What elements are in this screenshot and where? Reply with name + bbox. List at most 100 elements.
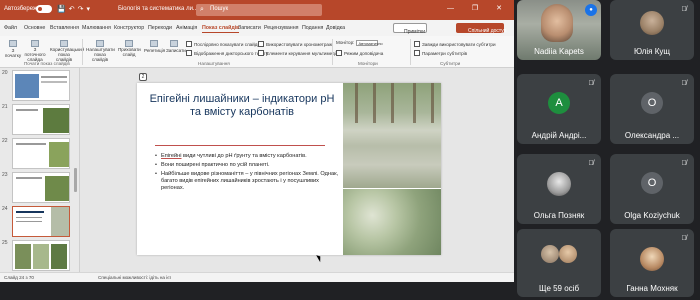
thumb-number: 24: [2, 206, 8, 212]
tab-record[interactable]: Записати: [238, 25, 261, 31]
record-icon: [170, 40, 178, 47]
slide-bullets: Епігейні види чутливі до рН ґрунту та вм…: [155, 153, 343, 194]
mic-off-icon: 🎙̸: [681, 80, 687, 87]
more-participants-tile[interactable]: Ще 59 осіб: [517, 229, 601, 297]
tab-home[interactable]: Основне: [24, 25, 45, 31]
mic-off-icon: 🎙̸: [681, 6, 687, 13]
slide-thumbnail[interactable]: [12, 240, 70, 271]
avatar: [640, 11, 664, 35]
current-slide[interactable]: Епігейні лишайники – індикатори pH та вм…: [137, 83, 441, 255]
setup-icon: [96, 40, 104, 47]
ribbon-tabs: Файл Основне Вставлення Малювання Констр…: [0, 20, 514, 36]
checkbox-speaker-notes[interactable]: Відображення дикторського тексту: [186, 50, 268, 56]
participant-tile[interactable]: 🎙̸ О Олександра ...: [610, 74, 694, 144]
hide-slide-label: Приховати слайд: [118, 47, 141, 57]
from-beginning-button[interactable]: З початку: [4, 40, 22, 58]
speaking-indicator-icon: ●: [585, 4, 597, 16]
group-subtitles: Субтитри: [440, 61, 461, 66]
checkbox-use-timings[interactable]: Використовувати хронометраж: [258, 41, 332, 47]
search-icon: ⌕: [200, 6, 204, 13]
tree-trunk: [391, 83, 394, 123]
rehearse-label: Репетиція: [144, 48, 166, 53]
comments-button[interactable]: Примітки: [393, 23, 427, 35]
tab-help[interactable]: Довідка: [326, 25, 345, 31]
comments-label: Примітки: [404, 29, 425, 35]
avatar-initial: O: [641, 172, 663, 194]
slide-thumbnail-current[interactable]: [12, 206, 70, 237]
participant-tile[interactable]: 🎙̸ Юлія Кущ: [610, 0, 694, 60]
autosave-toggle[interactable]: [36, 5, 52, 13]
slide-count: Слайд 24 з 70: [4, 275, 34, 280]
quick-access-toolbar[interactable]: 💾↶↷▾: [57, 5, 93, 13]
participant-tile[interactable]: 🎙̸ А Андрій Андрі...: [517, 74, 601, 144]
window-controls[interactable]: — ❐ ✕: [447, 4, 510, 12]
bullet-text: Вони поширені практично по усій планеті.: [161, 162, 270, 169]
ribbon-separator: [82, 39, 83, 65]
subtitle-settings-button[interactable]: Параметри субтитрів: [414, 50, 467, 56]
setup-show-button[interactable]: Налаштувати показ слайдів: [86, 40, 115, 62]
participant-name: Nadiia Kapets: [534, 47, 584, 56]
bullet-text: Найбільше видове різноманіття – у північ…: [161, 171, 339, 191]
tree-trunk: [413, 83, 416, 123]
slide-thumbnail[interactable]: [12, 70, 70, 101]
timer-icon: [150, 40, 158, 47]
slide-thumbnails-pane: 20 21 22 23 24 25: [0, 68, 80, 272]
tab-insert[interactable]: Вставлення: [50, 25, 79, 31]
group-start-show: Почати показ слайдів: [24, 61, 70, 66]
slide-thumbnail[interactable]: [12, 172, 70, 203]
tab-draw[interactable]: Малювання: [82, 25, 111, 31]
mic-off-icon: 🎙̸: [681, 235, 687, 242]
participant-tile[interactable]: 🎙̸ Ганна Мохняк: [610, 229, 694, 297]
checkbox-play-narrations[interactable]: Послідовно показувати слайди: [186, 41, 260, 47]
search-input[interactable]: ⌕ Пошук: [196, 4, 322, 16]
checkbox-always-subtitles[interactable]: Завжди використовувати субтитри: [414, 41, 496, 47]
tab-review[interactable]: Рецензування: [264, 25, 299, 31]
from-current-button[interactable]: З поточного слайда: [24, 40, 46, 62]
tree-trunk: [373, 83, 376, 123]
forest-lichen-photo: [343, 83, 441, 188]
mic-off-icon: 🎙̸: [588, 160, 594, 167]
slide-thumbnail[interactable]: [12, 138, 70, 169]
ribbon-separator: [332, 39, 333, 65]
checkbox-presenter-view[interactable]: Режим доповідача: [336, 50, 383, 56]
powerpoint-window: Автозбереження 💾↶↷▾ Біологія та системат…: [0, 0, 514, 282]
accessibility-status[interactable]: Спеціальні можливості: ідіть на ієї: [98, 275, 171, 280]
rehearse-button[interactable]: Репетиція: [144, 40, 166, 53]
record-button[interactable]: Записати: [166, 40, 186, 53]
group-monitors: Монітори: [358, 61, 378, 66]
thumbnails-scrollbar[interactable]: [74, 168, 77, 192]
thumb-number: 25: [2, 240, 8, 246]
page-number-badge: 2: [139, 73, 147, 81]
tab-animations[interactable]: Анімація: [176, 25, 197, 31]
tab-design[interactable]: Конструктор: [114, 25, 144, 31]
slide-title: Епігейні лишайники – індикатори pH та вм…: [149, 93, 335, 118]
monitor-select[interactable]: Монітор: Автоматично: [336, 40, 383, 46]
group-setup: Налаштування: [198, 61, 230, 66]
participant-name: Олександра ...: [624, 131, 680, 140]
avatar: [547, 172, 571, 196]
avatar: [640, 247, 664, 271]
lichen-closeup-photo: [343, 189, 441, 255]
avatar-initial: О: [641, 92, 663, 114]
participant-tile[interactable]: 🎙̸ O Olga Koziychuk: [610, 154, 694, 224]
slide-thumbnail[interactable]: [12, 104, 70, 135]
participant-tile[interactable]: 🎙̸ Ольга Позняк: [517, 154, 601, 224]
document-title: Біологія та систематика ли...: [118, 6, 198, 12]
custom-show-icon: [60, 40, 68, 47]
tab-slide-show[interactable]: Показ слайдів: [202, 25, 240, 33]
custom-show-button[interactable]: Користувацький показ слайдів: [50, 40, 84, 62]
bullet-item: Найбільше видове різноманіття – у північ…: [155, 171, 343, 191]
tree-trunk: [431, 83, 434, 123]
ribbon-separator: [410, 39, 411, 65]
checkbox-media-controls[interactable]: Елементи керування мультимедіа: [258, 50, 338, 56]
share-label: Спільний доступ: [468, 28, 507, 34]
participant-tile[interactable]: ● Nadiia Kapets: [517, 0, 601, 60]
setup-show-label: Налаштувати показ слайдів: [86, 47, 115, 62]
play-current-icon: [31, 40, 39, 47]
tab-transitions[interactable]: Переходи: [148, 25, 172, 31]
tab-view[interactable]: Подання: [302, 25, 323, 31]
share-button[interactable]: Спільний доступ: [456, 23, 507, 34]
hide-slide-button[interactable]: Приховати слайд: [118, 40, 141, 58]
tab-file[interactable]: Файл: [4, 25, 17, 31]
slide-editor: 2 Епігейні лишайники – індикатори pH та …: [80, 68, 514, 272]
